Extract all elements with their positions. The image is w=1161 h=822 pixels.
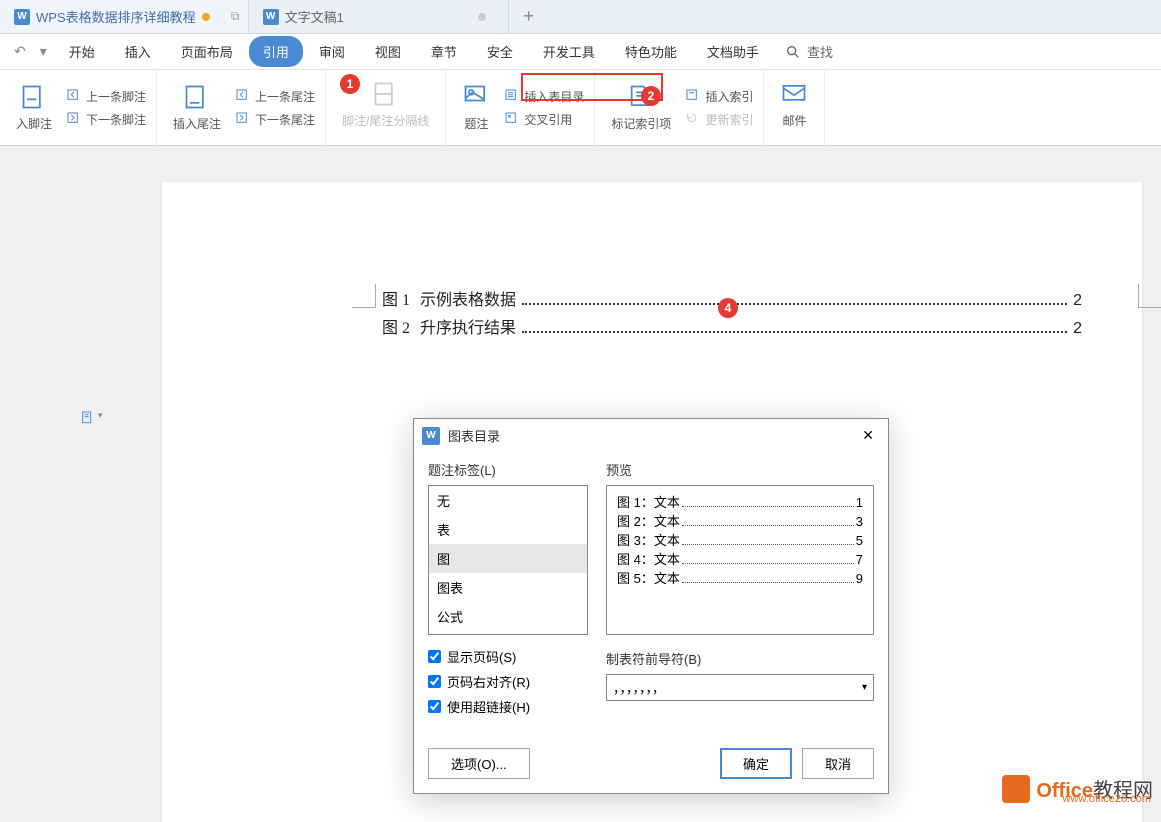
prev-endnote[interactable]: 上一条尾注	[231, 85, 319, 108]
tab-2-label: 文字文稿1	[285, 7, 344, 26]
toc-entry-2[interactable]: 图 2 升序执行结果 2	[382, 314, 1082, 338]
redo-dropdown-icon[interactable]: ▾	[34, 39, 53, 64]
hyperlink-checkbox[interactable]: 使用超链接(H)	[428, 697, 588, 716]
modified-indicator	[202, 13, 210, 21]
prev-icon	[235, 88, 251, 104]
paste-options-icon[interactable]: ▾	[80, 410, 103, 426]
undo-icon[interactable]: ↶	[8, 39, 32, 64]
list-item-chart[interactable]: 图表	[429, 573, 587, 602]
list-item-table[interactable]: 表	[429, 515, 587, 544]
mark-index-label: 标记索引项	[611, 115, 671, 132]
mail-icon	[780, 80, 808, 108]
office-logo-icon	[1002, 775, 1030, 803]
caption-label: 题注	[464, 115, 488, 132]
prev-footnote[interactable]: 上一条脚注	[62, 85, 150, 108]
next-icon	[235, 111, 251, 127]
tab-leader-select[interactable]: ，，，，，，， ▾	[606, 674, 874, 701]
search-label: 查找	[807, 42, 833, 61]
margin-corner-tl	[352, 284, 376, 308]
insert-index[interactable]: 插入索引	[681, 85, 757, 108]
dot-leader	[522, 331, 1067, 333]
separator-icon	[372, 80, 400, 108]
menu-special[interactable]: 特色功能	[611, 36, 691, 67]
new-tab-button[interactable]: +	[509, 0, 549, 33]
caption-type-listbox[interactable]: 无 表 图 图表 公式	[428, 485, 588, 635]
badge-2: 2	[641, 86, 661, 106]
prev-icon	[66, 88, 82, 104]
caption-icon	[462, 83, 490, 111]
search-icon	[785, 44, 801, 60]
menu-insert[interactable]: 插入	[111, 36, 165, 67]
menu-start[interactable]: 开始	[55, 36, 109, 67]
dialog-title: 图表目录	[448, 426, 500, 445]
menu-bar: ↶ ▾ 开始 插入 页面布局 引用 审阅 视图 章节 安全 开发工具 特色功能 …	[0, 34, 1161, 70]
menu-chapter[interactable]: 章节	[417, 36, 471, 67]
align-right-checkbox[interactable]: 页码右对齐(R)	[428, 672, 588, 691]
mail-label: 邮件	[782, 112, 806, 129]
figure-toc-dialog: W 图表目录 ✕ 题注标签(L) 无 表 图 图表 公式 显示页码(S) 页码右…	[413, 418, 889, 794]
watermark: Office 教程网 www.office26.com	[1002, 774, 1153, 803]
preview-label: 预览	[606, 460, 874, 479]
menu-page-layout[interactable]: 页面布局	[167, 36, 247, 67]
wps-doc-icon: W	[14, 9, 30, 25]
caption-button[interactable]: 题注	[452, 74, 500, 141]
show-page-checkbox[interactable]: 显示页码(S)	[428, 647, 588, 666]
badge-1: 1	[340, 74, 360, 94]
tab-leader-label: 制表符前导符(B)	[606, 649, 874, 668]
menu-search[interactable]: 查找	[785, 42, 833, 61]
next-endnote[interactable]: 下一条尾注	[231, 108, 319, 131]
toc-icon	[504, 88, 520, 104]
insert-endnote-label: 插入尾注	[173, 115, 221, 132]
menu-security[interactable]: 安全	[473, 36, 527, 67]
margin-corner-tr	[1138, 284, 1161, 308]
cross-ref-icon	[504, 111, 520, 127]
menu-view[interactable]: 视图	[361, 36, 415, 67]
tab-1[interactable]: W WPS表格数据排序详细教程 ⧉	[0, 0, 249, 33]
list-item-formula[interactable]: 公式	[429, 602, 587, 631]
ribbon-toolbar: 入脚注 上一条脚注 下一条脚注 插入尾注 上一条尾注 下一条尾注 脚注/尾注分隔…	[0, 70, 1161, 146]
tab-1-label: WPS表格数据排序详细教程	[36, 7, 196, 26]
cancel-button[interactable]: 取消	[802, 748, 874, 779]
menu-reference[interactable]: 引用	[249, 36, 303, 67]
document-tabs: W WPS表格数据排序详细教程 ⧉ W 文字文稿1 +	[0, 0, 1161, 34]
preview-box: 图 1：文本1 图 2：文本3 图 3：文本5 图 4：文本7 图 5：文本9	[606, 485, 874, 635]
dot-leader	[522, 303, 1067, 305]
update-index[interactable]: 更新索引	[681, 108, 757, 131]
insert-footnote-label: 入脚注	[16, 115, 52, 132]
close-button[interactable]: ✕	[856, 425, 880, 446]
dialog-titlebar[interactable]: W 图表目录 ✕	[414, 419, 888, 452]
cross-reference[interactable]: 交叉引用	[500, 108, 588, 131]
options-button[interactable]: 选项(O)...	[428, 748, 530, 779]
insert-endnote-button[interactable]: 插入尾注	[163, 74, 231, 141]
tab-2[interactable]: W 文字文稿1	[249, 0, 509, 33]
mark-index-button[interactable]: 标记索引项	[601, 74, 681, 141]
menu-doc-helper[interactable]: 文档助手	[693, 36, 773, 67]
badge-4: 4	[718, 298, 738, 318]
status-dot	[478, 13, 486, 21]
caption-label-label: 题注标签(L)	[428, 460, 588, 479]
insert-footnote-button[interactable]: 入脚注	[6, 74, 62, 141]
external-icon[interactable]: ⧉	[231, 9, 240, 24]
insert-figure-toc[interactable]: 插入表目录	[500, 85, 588, 108]
next-footnote[interactable]: 下一条脚注	[62, 108, 150, 131]
list-item-figure[interactable]: 图	[429, 544, 587, 573]
menu-review[interactable]: 审阅	[305, 36, 359, 67]
mail-button[interactable]: 邮件	[770, 74, 818, 135]
ok-button[interactable]: 确定	[720, 748, 792, 779]
endnote-icon	[183, 83, 211, 111]
dropdown-arrow-icon: ▾	[862, 682, 867, 693]
list-item-none[interactable]: 无	[429, 486, 587, 515]
wps-doc-icon: W	[422, 427, 440, 445]
next-icon	[66, 111, 82, 127]
footnote-icon	[20, 83, 48, 111]
menu-dev-tools[interactable]: 开发工具	[529, 36, 609, 67]
insert-index-icon	[685, 88, 701, 104]
update-index-icon	[685, 111, 701, 127]
wps-doc-icon: W	[263, 9, 279, 25]
